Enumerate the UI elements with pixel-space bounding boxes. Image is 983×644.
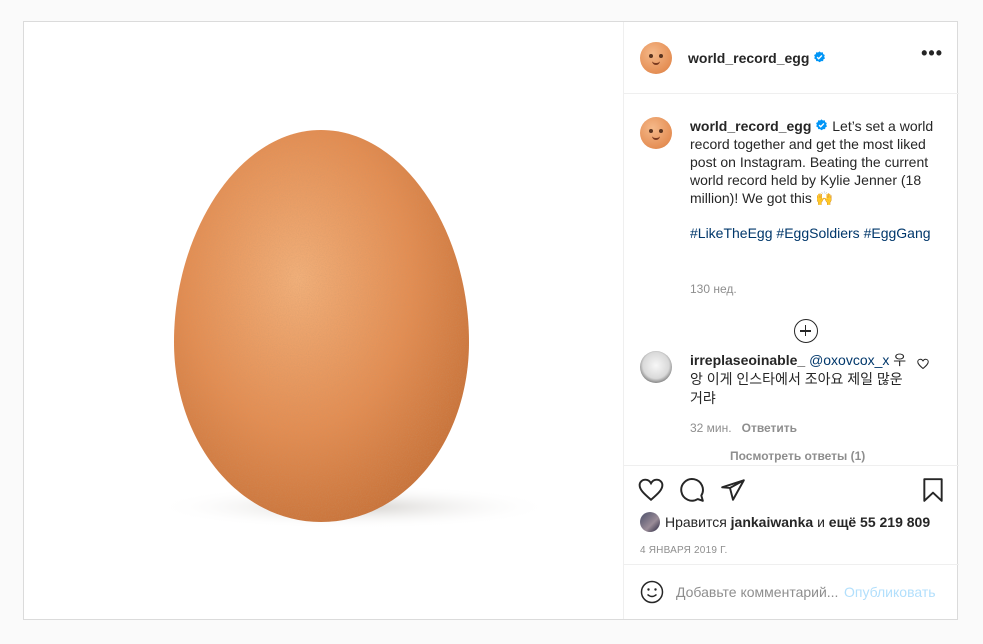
caption-text: world_record_egg Let’s set a world recor… xyxy=(690,117,935,207)
comment-mention[interactable]: @oxovcox_x xyxy=(809,352,889,368)
heart-icon[interactable] xyxy=(638,477,664,503)
post-header: world_record_egg ••• xyxy=(624,22,959,94)
bookmark-icon[interactable] xyxy=(920,477,946,503)
post-sidebar: world_record_egg ••• world_record_egg Le… xyxy=(623,22,959,619)
plus-circle-icon[interactable] xyxy=(794,319,818,343)
share-icon[interactable] xyxy=(720,477,746,503)
hashtags: #LikeTheEgg #EggSoldiers #EggGang xyxy=(690,225,931,241)
liker-avatar[interactable] xyxy=(640,512,660,532)
likes-summary: Нравится jankaiwanka и ещё 55 219 809 xyxy=(640,512,930,532)
author-avatar[interactable] xyxy=(640,41,672,74)
post-card: world_record_egg ••• world_record_egg Le… xyxy=(23,21,959,620)
liker-username[interactable]: jankaiwanka xyxy=(731,514,814,530)
egg-image xyxy=(154,130,554,529)
hashtag-link[interactable]: #EggGang xyxy=(864,225,931,241)
hashtag-link[interactable]: #EggSoldiers xyxy=(776,225,859,241)
comment-text: irreplaseoinable_ @oxovcox_x 우앙 이게 인스타에서… xyxy=(690,351,915,408)
more-dots-icon[interactable]: ••• xyxy=(921,44,943,62)
caption-age[interactable]: 130 нед. xyxy=(690,282,737,296)
comment-meta: 32 мин. Ответить xyxy=(690,421,797,435)
caption-username[interactable]: world_record_egg xyxy=(690,118,811,134)
caption-avatar[interactable] xyxy=(640,117,672,149)
verified-badge-icon xyxy=(814,51,826,63)
emoji-icon[interactable] xyxy=(640,580,664,604)
commenter-username[interactable]: irreplaseoinable_ xyxy=(690,352,805,368)
post-comment-button[interactable]: Опубликовать xyxy=(844,584,936,600)
likes-count[interactable]: ещё 55 219 809 xyxy=(829,514,930,530)
add-comment-bar: Добавьте комментарий... Опубликовать xyxy=(624,564,959,619)
reply-button[interactable]: Ответить xyxy=(742,421,797,435)
action-bar: Нравится jankaiwanka и ещё 55 219 809 4 … xyxy=(624,465,959,556)
post-date[interactable]: 4 ЯНВАРЯ 2019 Г. xyxy=(640,545,727,556)
commenter-avatar[interactable] xyxy=(640,351,672,383)
comment-heart-icon[interactable] xyxy=(917,358,929,370)
comments-section: world_record_egg Let’s set a world recor… xyxy=(624,95,959,465)
likes-prefix: Нравится xyxy=(665,514,727,530)
view-replies-button[interactable]: Посмотреть ответы (1) xyxy=(730,449,865,463)
verified-badge-icon xyxy=(816,119,828,131)
post-image[interactable] xyxy=(24,22,623,619)
comment-age: 32 мин. xyxy=(690,421,732,435)
hashtag-link[interactable]: #LikeTheEgg xyxy=(690,225,773,241)
comment-icon[interactable] xyxy=(679,477,705,503)
likes-connector: и xyxy=(817,514,825,530)
comment-input[interactable]: Добавьте комментарий... xyxy=(676,584,838,600)
author-username[interactable]: world_record_egg xyxy=(688,50,809,66)
